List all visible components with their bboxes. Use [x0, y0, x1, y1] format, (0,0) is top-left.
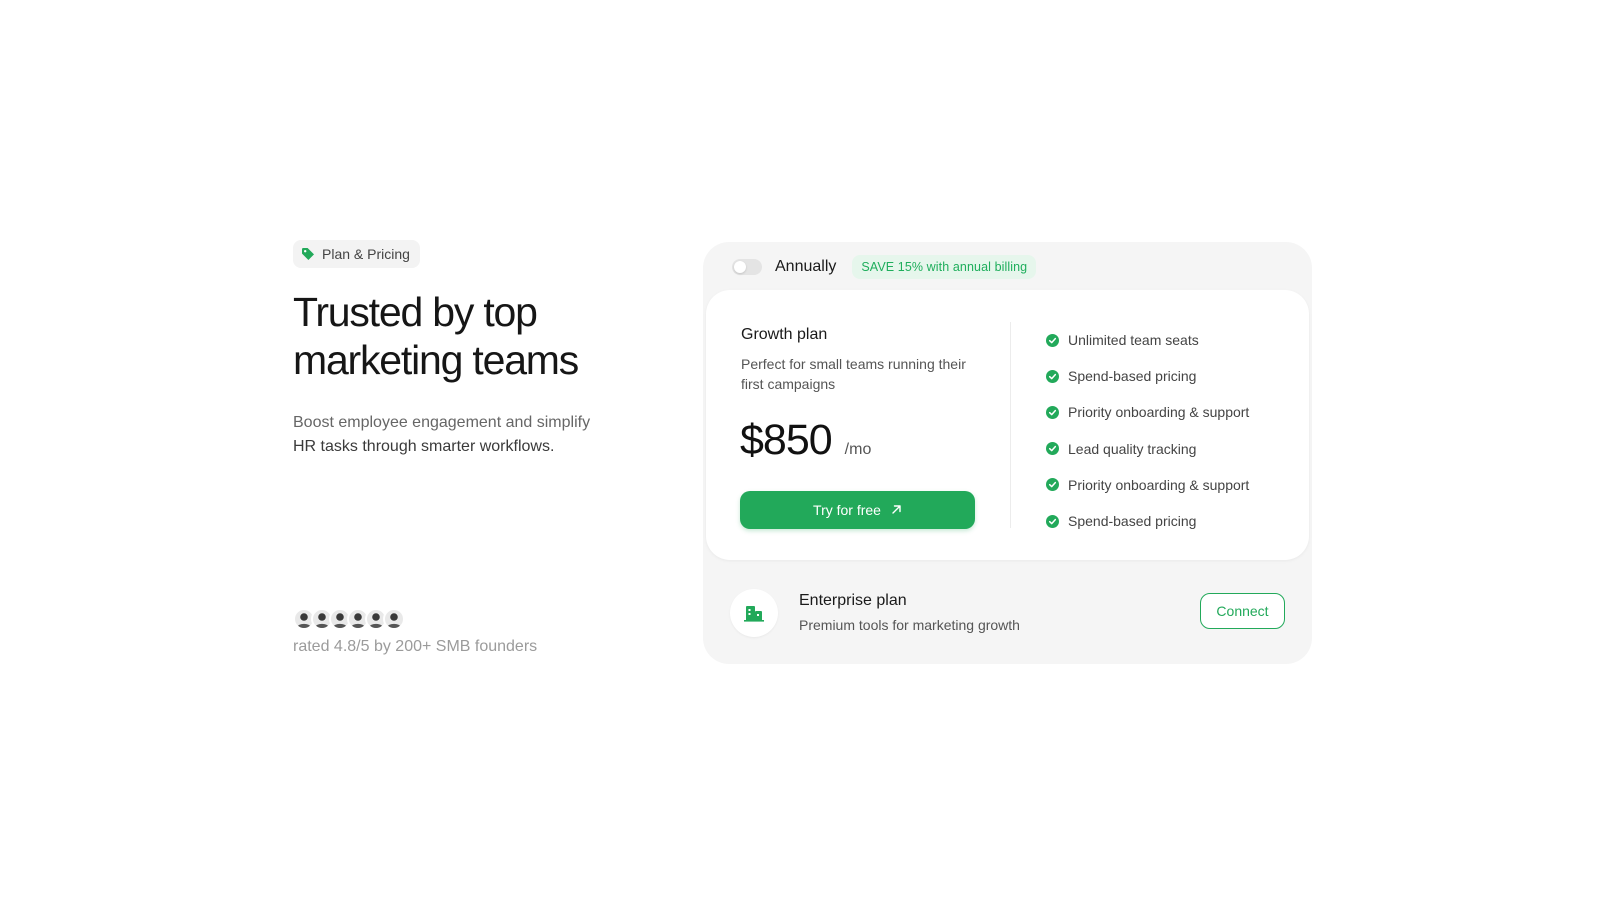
- price-period: /mo: [844, 441, 872, 458]
- building-icon: [730, 589, 778, 637]
- pricing-section: Plan & Pricing Trusted by top marketing …: [0, 0, 1600, 902]
- hero-subtext: Boost employee engagement and simplify H…: [293, 411, 593, 459]
- try-for-free-button[interactable]: Try for free: [740, 491, 975, 529]
- check-circle-icon: [1046, 405, 1059, 419]
- feature-label: Lead quality tracking: [1068, 440, 1197, 457]
- price-row: $850 /mo: [740, 416, 871, 465]
- feature-label: Spend-based pricing: [1068, 368, 1197, 385]
- toggle-knob: [734, 261, 746, 273]
- billing-label: Annually: [775, 258, 837, 275]
- enterprise-plan-description: Premium tools for marketing growth: [799, 617, 1020, 633]
- section-tag-label: Plan & Pricing: [322, 246, 410, 262]
- pricing-panel: Annually SAVE 15% with annual billing Gr…: [703, 242, 1312, 664]
- plan-description: Perfect for small teams running their fi…: [741, 356, 966, 392]
- rating-text: rated 4.8/5 by 200+ SMB founders: [293, 638, 538, 655]
- avatar: [383, 608, 405, 630]
- feature-label: Priority onboarding & support: [1068, 476, 1250, 493]
- feature-item: Lead quality tracking: [1046, 431, 1249, 467]
- section-tag: Plan & Pricing: [293, 240, 420, 268]
- feature-item: Priority onboarding & support: [1046, 467, 1249, 503]
- feature-label: Spend-based pricing: [1068, 513, 1197, 530]
- feature-item: Priority onboarding & support: [1046, 394, 1249, 430]
- billing-toggle-row: Annually SAVE 15% with annual billing: [732, 254, 1037, 280]
- price-tag-icon: [301, 247, 315, 261]
- arrow-up-right-icon: [891, 502, 902, 518]
- enterprise-plan-name: Enterprise plan: [799, 592, 907, 609]
- check-circle-icon: [1046, 478, 1059, 492]
- feature-label: Unlimited team seats: [1068, 332, 1199, 349]
- feature-list: Unlimited team seats Spend-based pricing P…: [1046, 322, 1249, 539]
- growth-plan-card: Growth plan Perfect for small teams runn…: [706, 290, 1309, 560]
- hero-column: Plan & Pricing Trusted by top marketing …: [293, 240, 653, 459]
- check-circle-icon: [1046, 369, 1059, 383]
- hero-subtext-line-2: HR tasks through smarter workflows.: [293, 438, 555, 455]
- plan-price: $850: [740, 416, 833, 464]
- enterprise-plan-row: Enterprise plan Premium tools for market…: [730, 587, 1285, 637]
- page-headline: Trusted by top marketing teams: [293, 289, 579, 383]
- check-circle-icon: [1046, 514, 1059, 528]
- try-button-label: Try for free: [813, 502, 881, 518]
- check-circle-icon: [1046, 333, 1059, 347]
- plan-name: Growth plan: [741, 326, 828, 343]
- check-circle-icon: [1046, 442, 1059, 456]
- feature-label: Priority onboarding & support: [1068, 404, 1250, 421]
- feature-item: Unlimited team seats: [1046, 322, 1249, 358]
- hero-subtext-line-1: Boost employee engagement and simplify: [293, 414, 591, 431]
- annual-billing-toggle[interactable]: [732, 259, 762, 275]
- social-proof: rated 4.8/5 by 200+ SMB founders: [293, 608, 537, 656]
- card-divider: [1010, 322, 1011, 528]
- avatar-stack: [293, 608, 537, 630]
- feature-item: Spend-based pricing: [1046, 503, 1249, 539]
- connect-button[interactable]: Connect: [1200, 593, 1285, 629]
- feature-item: Spend-based pricing: [1046, 358, 1249, 394]
- save-badge: SAVE 15% with annual billing: [852, 255, 1037, 279]
